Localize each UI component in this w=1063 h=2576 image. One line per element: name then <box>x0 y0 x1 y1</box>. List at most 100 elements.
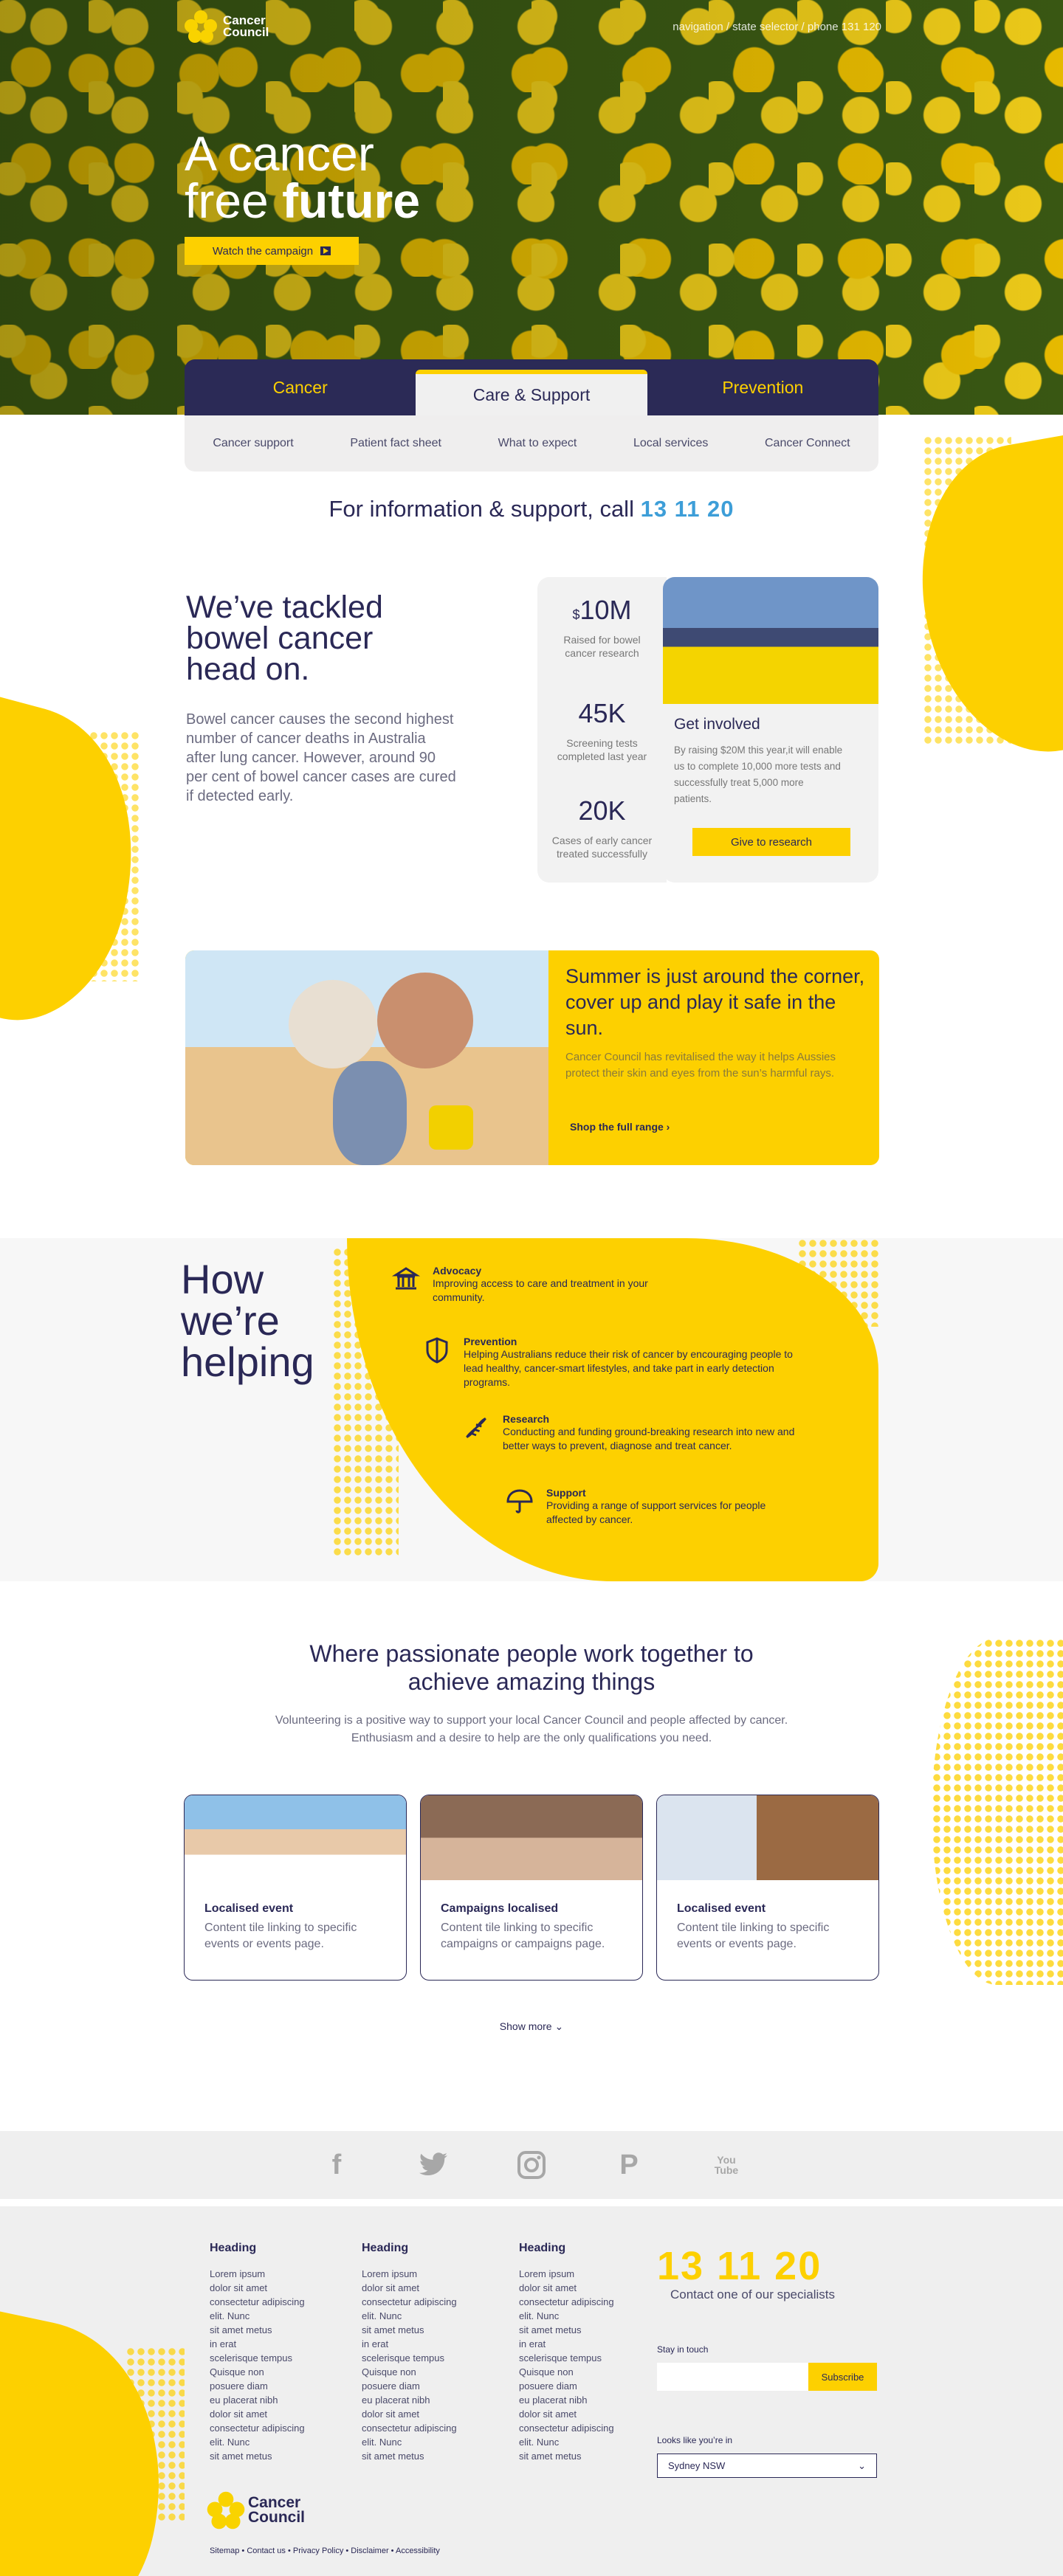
footer-link[interactable]: dolor sit amet <box>519 2407 614 2421</box>
event-tile[interactable]: Localised event Content tile linking to … <box>184 1795 407 1981</box>
subnav-what-to-expect[interactable]: What to expect <box>498 437 577 450</box>
footer-link[interactable]: elit. Nunc <box>519 2435 614 2449</box>
footer-link[interactable]: consectetur adipiscing <box>210 2295 305 2309</box>
footer-link[interactable]: elit. Nunc <box>362 2435 457 2449</box>
summer-body: Cancer Council has revitalised the way i… <box>565 1051 836 1080</box>
tab-cancer[interactable]: Cancer <box>185 359 416 415</box>
show-more-button[interactable]: Show more ⌄ <box>0 2020 1063 2033</box>
call-number[interactable]: 13 11 20 <box>641 496 735 522</box>
footer-link[interactable]: consectetur adipiscing <box>362 2421 457 2435</box>
subnav-local-services[interactable]: Local services <box>633 437 708 450</box>
footer-link[interactable]: sit amet metus <box>519 2449 614 2463</box>
watch-campaign-button[interactable]: Watch the campaign <box>185 237 359 265</box>
stat-raised: $10M Raised for bowel cancer research <box>537 595 667 660</box>
stat-screening-value: 45K <box>578 698 626 728</box>
footer-link[interactable]: Quisque non <box>519 2365 614 2379</box>
stats-panel: $10M Raised for bowel cancer research 45… <box>537 577 667 883</box>
page: Cancer Council navigation / state selecto… <box>0 0 1063 2576</box>
youtube-icon[interactable]: You Tube <box>710 2149 743 2181</box>
location-value: Sydney NSW <box>668 2460 726 2471</box>
building-icon <box>391 1265 421 1294</box>
footer-link[interactable]: elit. Nunc <box>362 2309 457 2323</box>
twitter-icon[interactable] <box>418 2149 450 2181</box>
footer-link[interactable]: posuere diam <box>362 2379 457 2393</box>
location-select[interactable]: Sydney NSW ⌄ <box>657 2454 877 2478</box>
subnav-patient-fact-sheet[interactable]: Patient fact sheet <box>350 437 441 450</box>
footer-link[interactable]: Lorem ipsum <box>362 2267 457 2281</box>
decorative-petal-left <box>0 685 170 1042</box>
logo[interactable]: Cancer Council <box>185 10 269 43</box>
tile-desc: Content tile linking to specific campaig… <box>441 1921 605 1950</box>
watch-campaign-label: Watch the campaign <box>212 244 314 258</box>
footer-link[interactable]: dolor sit amet <box>210 2281 305 2295</box>
photo-figure <box>333 1061 407 1165</box>
footer-link[interactable]: Lorem ipsum <box>519 2267 614 2281</box>
subscribe-button[interactable]: Subscribe <box>808 2363 877 2391</box>
footer-link[interactable]: dolor sit amet <box>210 2407 305 2421</box>
stay-in-touch-label: Stay in touch <box>657 2344 709 2355</box>
footer-link[interactable]: dolor sit amet <box>362 2407 457 2421</box>
footer-link[interactable]: sit amet metus <box>210 2449 305 2463</box>
footer-link[interactable]: consectetur adipiscing <box>210 2421 305 2435</box>
footer-link[interactable]: scelerisque tempus <box>362 2351 457 2365</box>
tab-prevention[interactable]: Prevention <box>647 359 878 415</box>
hero-title-bold: future <box>282 173 421 228</box>
footer-link[interactable]: Lorem ipsum <box>210 2267 305 2281</box>
footer-link[interactable]: elit. Nunc <box>210 2309 305 2323</box>
tab-care-support[interactable]: Care & Support <box>416 370 647 415</box>
tile-photo-campaign <box>421 1795 642 1880</box>
daffodil-logo-icon <box>185 10 217 43</box>
email-input[interactable] <box>657 2363 808 2391</box>
bowel-body: Bowel cancer causes the second highest n… <box>186 711 456 804</box>
bowel-title: We’ve tackled bowel cancer head on. <box>186 592 383 686</box>
footer-link[interactable]: posuere diam <box>519 2379 614 2393</box>
footer-link[interactable]: in erat <box>210 2337 305 2351</box>
shop-range-link[interactable]: Shop the full range › <box>570 1121 670 1133</box>
footer-link[interactable]: sit amet metus <box>210 2323 305 2337</box>
footer-logo[interactable]: Cancer Council <box>207 2491 305 2530</box>
footer-link[interactable]: eu placerat nibh <box>519 2393 614 2407</box>
footer-link[interactable]: sit amet metus <box>362 2449 457 2463</box>
footer-link[interactable]: in erat <box>362 2337 457 2351</box>
footer-link[interactable]: Quisque non <box>210 2365 305 2379</box>
footer-link[interactable]: dolor sit amet <box>519 2281 614 2295</box>
give-to-research-button[interactable]: Give to research <box>692 828 850 856</box>
help-item-support: Support Providing a range of support serv… <box>505 1487 785 1527</box>
footer-link[interactable]: elit. Nunc <box>519 2309 614 2323</box>
instagram-icon[interactable] <box>515 2149 548 2181</box>
footer-phone[interactable]: 13 11 20 <box>657 2243 822 2289</box>
footer-link[interactable]: consectetur adipiscing <box>519 2295 614 2309</box>
footer-link[interactable]: consectetur adipiscing <box>362 2295 457 2309</box>
footer-link[interactable]: consectetur adipiscing <box>519 2421 614 2435</box>
footer-link[interactable]: eu placerat nibh <box>362 2393 457 2407</box>
facebook-icon[interactable]: f <box>320 2149 353 2181</box>
footer-heading: Heading <box>519 2242 566 2254</box>
legal-links[interactable]: Sitemap • Contact us • Privacy Policy • … <box>210 2546 440 2555</box>
footer-link[interactable]: in erat <box>519 2337 614 2351</box>
footer-heading: Heading <box>210 2242 257 2254</box>
campaign-tile[interactable]: Campaigns localised Content tile linking… <box>420 1795 643 1981</box>
volunteer-title-l2: achieve amazing things <box>407 1668 656 1695</box>
hero-title: A cancer free future <box>185 129 420 225</box>
header-nav[interactable]: navigation / state selector / phone 131 … <box>672 21 881 33</box>
daffodil-logo-icon <box>207 2491 245 2530</box>
footer-link[interactable]: sit amet metus <box>362 2323 457 2337</box>
pinterest-icon[interactable]: P <box>613 2149 645 2181</box>
footer-link[interactable]: scelerisque tempus <box>519 2351 614 2365</box>
photo-figure <box>377 973 473 1068</box>
event-tile[interactable]: Localised event Content tile linking to … <box>656 1795 879 1981</box>
footer-link[interactable]: elit. Nunc <box>210 2435 305 2449</box>
footer-logo-line2: Council <box>248 2509 305 2526</box>
footer-link[interactable]: eu placerat nibh <box>210 2393 305 2407</box>
help-desc-research: Conducting and funding ground-breaking r… <box>503 1426 795 1451</box>
subnav-cancer-connect[interactable]: Cancer Connect <box>765 437 850 450</box>
subnav-cancer-support[interactable]: Cancer support <box>213 437 293 450</box>
chevron-right-icon: › <box>666 1121 670 1133</box>
footer-link[interactable]: scelerisque tempus <box>210 2351 305 2365</box>
footer-link[interactable]: dolor sit amet <box>362 2281 457 2295</box>
footer-link[interactable]: sit amet metus <box>519 2323 614 2337</box>
stat-raised-value: 10M <box>579 595 632 625</box>
shield-icon <box>422 1336 452 1365</box>
footer-link[interactable]: Quisque non <box>362 2365 457 2379</box>
footer-link[interactable]: posuere diam <box>210 2379 305 2393</box>
